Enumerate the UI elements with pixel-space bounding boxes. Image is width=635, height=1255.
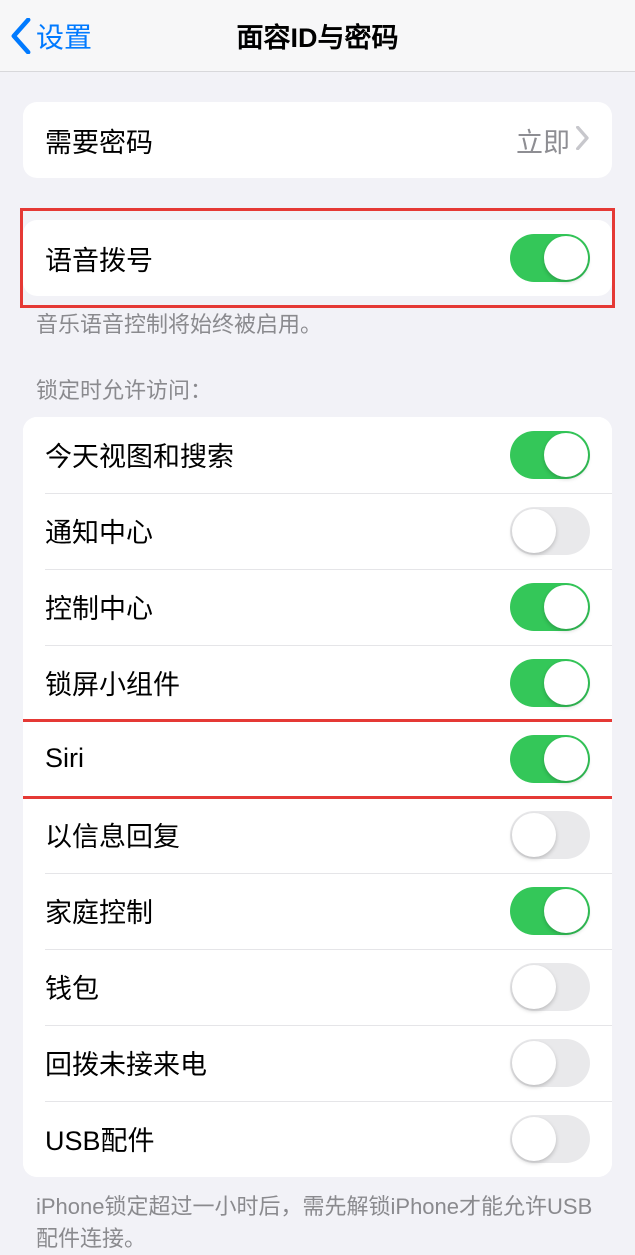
require-passcode-label: 需要密码 [45, 121, 153, 160]
locked-access-toggle[interactable] [510, 431, 590, 479]
locked-access-row: 钱包 [23, 949, 612, 1025]
list-item: 家庭控制 [23, 873, 612, 949]
page-title: 面容ID与密码 [0, 16, 635, 55]
require-passcode-value: 立即 [516, 121, 570, 160]
locked-access-label: 通知中心 [45, 511, 153, 550]
list-item: 钱包 [23, 949, 612, 1025]
back-button[interactable]: 设置 [0, 16, 92, 56]
voice-dial-toggle[interactable] [510, 234, 590, 282]
locked-access-label: 家庭控制 [45, 891, 153, 930]
locked-access-row: 通知中心 [23, 493, 612, 569]
list-item: Siri [23, 721, 612, 797]
list-item: 以信息回复 [23, 797, 612, 873]
locked-access-group: 今天视图和搜索通知中心控制中心锁屏小组件 Siri 以信息回复家庭控制钱包回拨未接来… [23, 417, 612, 1177]
locked-access-toggle[interactable] [510, 963, 590, 1011]
locked-access-row: USB配件 [23, 1101, 612, 1177]
require-passcode-group: 需要密码 立即 [23, 102, 612, 178]
voice-dial-group: 语音拨号 [23, 220, 612, 296]
locked-access-label: 回拨未接来电 [45, 1043, 207, 1082]
locked-access-header: 锁定时允许访问： [0, 341, 635, 417]
list-item: 控制中心 [23, 569, 612, 645]
locked-access-row: 回拨未接来电 [23, 1025, 612, 1101]
chevron-left-icon [10, 18, 32, 54]
locked-access-toggle[interactable] [510, 1115, 590, 1163]
chevron-right-icon [576, 126, 590, 155]
locked-access-label: Siri [45, 743, 84, 774]
locked-access-row: Siri [23, 721, 612, 797]
locked-access-toggle[interactable] [510, 887, 590, 935]
locked-access-toggle[interactable] [510, 507, 590, 555]
locked-access-row: 以信息回复 [23, 797, 612, 873]
locked-access-label: USB配件 [45, 1119, 155, 1158]
locked-access-label: 控制中心 [45, 587, 153, 626]
back-label: 设置 [36, 16, 92, 56]
locked-access-toggle[interactable] [510, 811, 590, 859]
locked-access-label: 锁屏小组件 [45, 663, 180, 702]
locked-access-footer: iPhone锁定超过一小时后，需先解锁iPhone才能允许USB配件连接。 [0, 1177, 635, 1255]
locked-access-toggle[interactable] [510, 583, 590, 631]
voice-dial-highlight: 语音拨号 [20, 220, 615, 296]
list-item: 今天视图和搜索 [23, 417, 612, 493]
voice-dial-row: 语音拨号 [23, 220, 612, 296]
locked-access-toggle[interactable] [510, 1039, 590, 1087]
locked-access-label: 今天视图和搜索 [45, 435, 234, 474]
locked-access-label: 以信息回复 [45, 815, 180, 854]
locked-access-row: 控制中心 [23, 569, 612, 645]
require-passcode-row[interactable]: 需要密码 立即 [23, 102, 612, 178]
locked-access-toggle[interactable] [510, 735, 590, 783]
list-item: 通知中心 [23, 493, 612, 569]
locked-access-row: 锁屏小组件 [23, 645, 612, 721]
list-item: 回拨未接来电 [23, 1025, 612, 1101]
locked-access-toggle[interactable] [510, 659, 590, 707]
locked-access-label: 钱包 [45, 967, 99, 1006]
locked-access-row: 家庭控制 [23, 873, 612, 949]
list-item: 锁屏小组件 [23, 645, 612, 721]
navigation-bar: 设置 面容ID与密码 [0, 0, 635, 72]
locked-access-row: 今天视图和搜索 [23, 417, 612, 493]
list-item: USB配件 [23, 1101, 612, 1177]
voice-dial-footer: 音乐语音控制将始终被启用。 [0, 296, 635, 341]
voice-dial-label: 语音拨号 [45, 239, 153, 278]
